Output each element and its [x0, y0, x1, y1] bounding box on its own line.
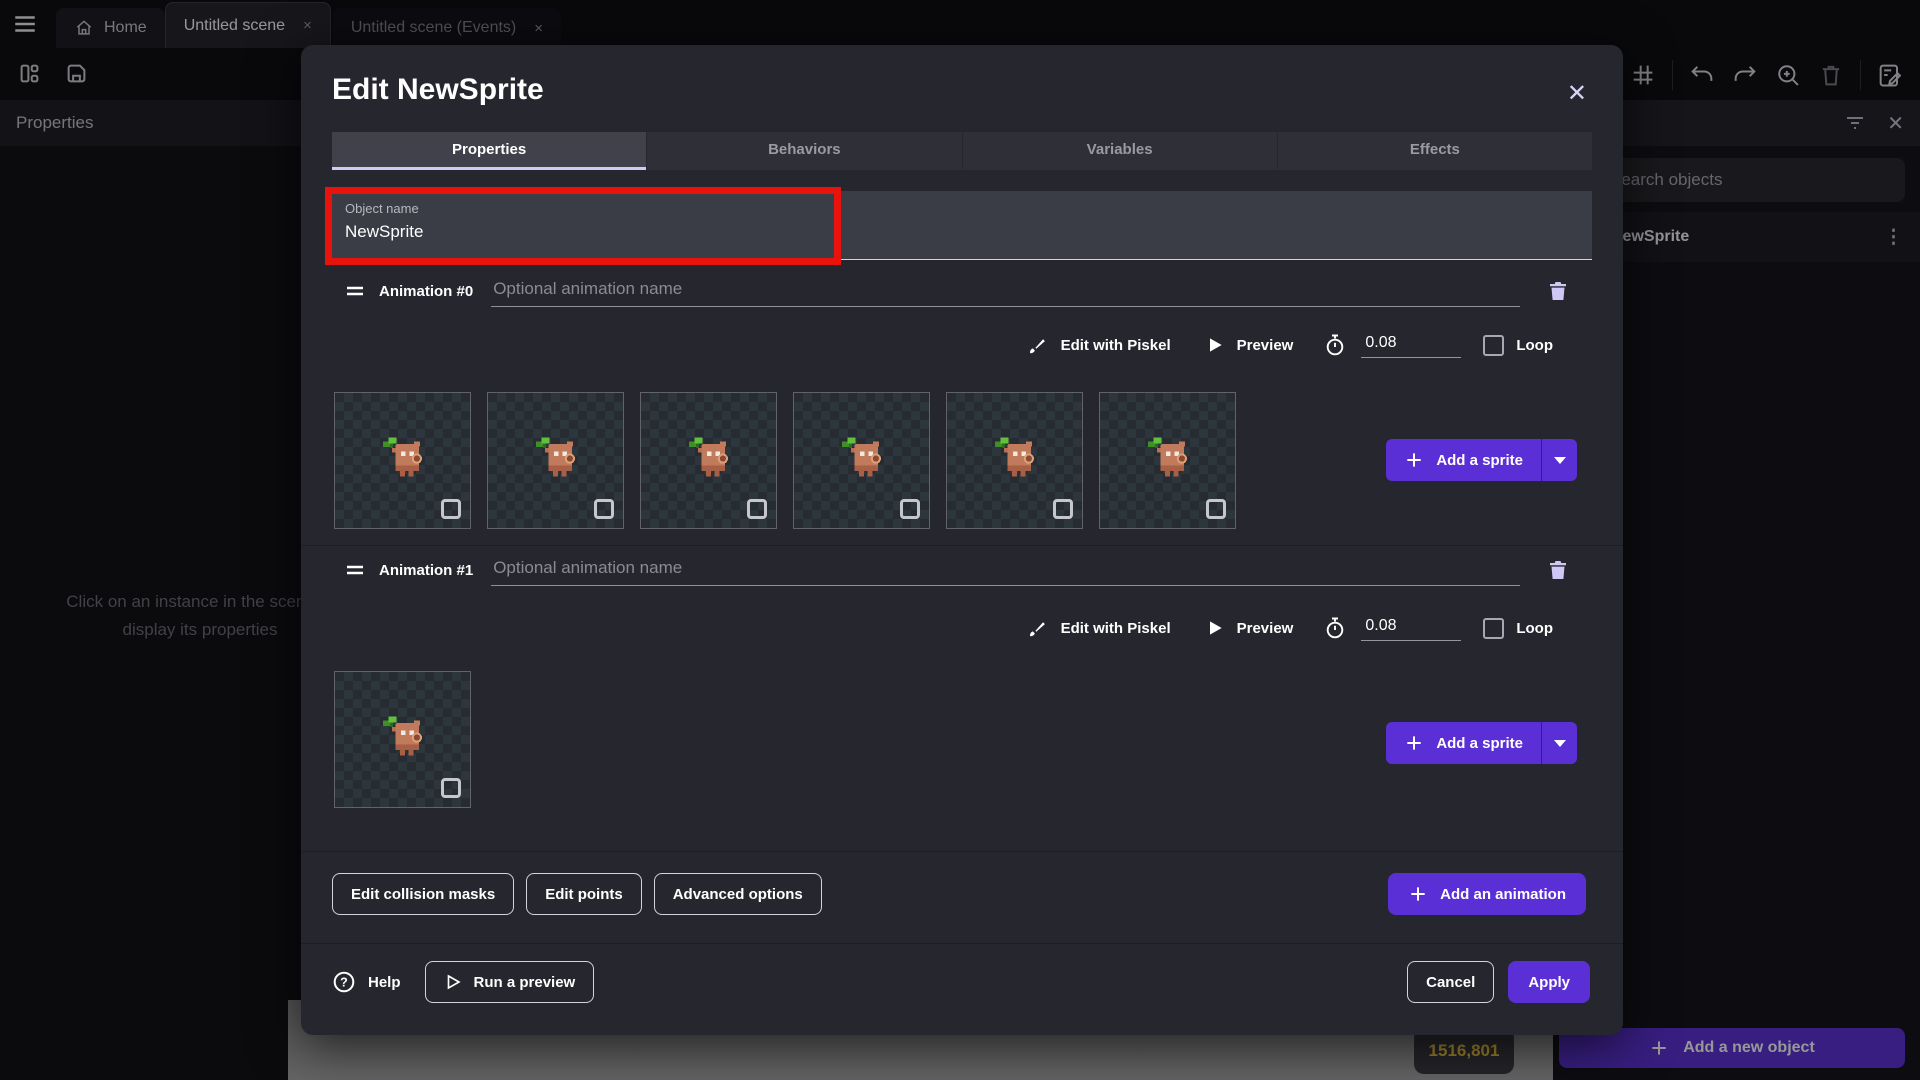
section-divider: [301, 943, 1623, 944]
sprite-frame-thumbnail[interactable]: [640, 392, 777, 529]
loop-label: Loop: [1516, 620, 1553, 637]
add-animation-button[interactable]: Add an animation: [1388, 873, 1586, 915]
sprite-frame-thumbnail[interactable]: [487, 392, 624, 529]
sprite-frame-thumbnail[interactable]: [334, 671, 471, 808]
add-sprite-split-button: Add a sprite: [1386, 722, 1577, 764]
pig-sprite: [985, 429, 1045, 489]
animation-0-frames: [334, 392, 1236, 529]
run-preview-button[interactable]: Run a preview: [425, 961, 595, 1003]
play-icon: [1205, 335, 1225, 355]
animation-label: Animation #0: [379, 283, 473, 300]
object-name-label: Object name: [345, 201, 1592, 216]
time-between-frames-input[interactable]: [1361, 332, 1461, 358]
sprite-frame-thumbnail[interactable]: [1099, 392, 1236, 529]
sprite-tools: Edit collision masks Edit points Advance…: [332, 873, 822, 915]
sprite-frame-thumbnail[interactable]: [946, 392, 1083, 529]
section-divider: [301, 545, 1623, 546]
edit-sprite-dialog: Edit NewSprite ✕ Properties Behaviors Va…: [301, 45, 1623, 1035]
brush-icon: [1026, 617, 1049, 640]
dialog-actions: ? Help Run a preview Cancel Apply: [332, 961, 1590, 1003]
add-sprite-button[interactable]: Add a sprite: [1386, 722, 1541, 764]
loop-label: Loop: [1516, 337, 1553, 354]
loop-checkbox[interactable]: [1483, 335, 1504, 356]
animation-1-header: Animation #1: [345, 552, 1570, 588]
gdevelop-app: Home Untitled scene × Untitled scene (Ev…: [0, 0, 1920, 1080]
plus-icon: [1404, 733, 1424, 753]
close-icon[interactable]: ✕: [1567, 79, 1587, 108]
delete-animation-button[interactable]: [1546, 557, 1570, 583]
help-button[interactable]: ? Help: [332, 970, 401, 994]
delete-animation-button[interactable]: [1546, 278, 1570, 304]
sprite-frame-thumbnail[interactable]: [793, 392, 930, 529]
tab-behaviors[interactable]: Behaviors: [646, 132, 961, 170]
frame-select-checkbox[interactable]: [1053, 499, 1073, 519]
frame-select-checkbox[interactable]: [441, 499, 461, 519]
trash-icon: [1546, 278, 1570, 304]
pig-sprite: [679, 429, 739, 489]
add-sprite-dropdown-button[interactable]: [1541, 439, 1577, 481]
frame-select-checkbox[interactable]: [900, 499, 920, 519]
add-sprite-split-button: Add a sprite: [1386, 439, 1577, 481]
animation-0-header: Animation #0: [345, 273, 1570, 309]
caret-down-icon: [1554, 740, 1566, 747]
caret-down-icon: [1554, 457, 1566, 464]
time-between-frames-input[interactable]: [1361, 615, 1461, 641]
edit-with-piskel-button[interactable]: Edit with Piskel: [1061, 337, 1171, 354]
edit-points-button[interactable]: Edit points: [526, 873, 642, 915]
stopwatch-icon: [1323, 333, 1347, 357]
object-name-field[interactable]: Object name NewSprite: [332, 191, 1592, 260]
pig-sprite: [1138, 429, 1198, 489]
stopwatch-icon: [1323, 616, 1347, 640]
section-divider: [301, 851, 1623, 852]
preview-button[interactable]: Preview: [1237, 337, 1294, 354]
play-icon: [444, 973, 462, 991]
trash-icon: [1546, 557, 1570, 583]
brush-icon: [1026, 334, 1049, 357]
animation-1-controls: Edit with Piskel Preview Loop: [1026, 608, 1553, 648]
pig-sprite: [373, 429, 433, 489]
tab-properties[interactable]: Properties: [332, 132, 646, 170]
advanced-options-button[interactable]: Advanced options: [654, 873, 822, 915]
pig-sprite: [832, 429, 892, 489]
preview-button[interactable]: Preview: [1237, 620, 1294, 637]
animation-label: Animation #1: [379, 562, 473, 579]
drag-handle-icon[interactable]: [345, 562, 365, 578]
cancel-button[interactable]: Cancel: [1407, 961, 1494, 1003]
pig-sprite: [526, 429, 586, 489]
apply-button[interactable]: Apply: [1508, 961, 1590, 1003]
pig-sprite: [373, 708, 433, 768]
dialog-tabs: Properties Behaviors Variables Effects: [332, 132, 1592, 170]
drag-handle-icon[interactable]: [345, 283, 365, 299]
animation-name-input[interactable]: [491, 275, 1520, 307]
frame-select-checkbox[interactable]: [441, 778, 461, 798]
add-sprite-button[interactable]: Add a sprite: [1386, 439, 1541, 481]
animation-1-frames: [334, 671, 471, 808]
play-icon: [1205, 618, 1225, 638]
add-sprite-dropdown-button[interactable]: [1541, 722, 1577, 764]
frame-select-checkbox[interactable]: [747, 499, 767, 519]
plus-icon: [1408, 884, 1428, 904]
edit-with-piskel-button[interactable]: Edit with Piskel: [1061, 620, 1171, 637]
plus-icon: [1404, 450, 1424, 470]
object-name-value: NewSprite: [345, 222, 1592, 242]
sprite-frame-thumbnail[interactable]: [334, 392, 471, 529]
svg-text:?: ?: [340, 976, 348, 990]
dialog-title: Edit NewSprite: [332, 73, 544, 107]
frame-select-checkbox[interactable]: [1206, 499, 1226, 519]
edit-collision-masks-button[interactable]: Edit collision masks: [332, 873, 514, 915]
tab-variables[interactable]: Variables: [962, 132, 1277, 170]
frame-select-checkbox[interactable]: [594, 499, 614, 519]
help-icon: ?: [332, 970, 356, 994]
loop-checkbox[interactable]: [1483, 618, 1504, 639]
animation-0-controls: Edit with Piskel Preview Loop: [1026, 325, 1553, 365]
tab-effects[interactable]: Effects: [1277, 132, 1592, 170]
animation-name-input[interactable]: [491, 554, 1520, 586]
